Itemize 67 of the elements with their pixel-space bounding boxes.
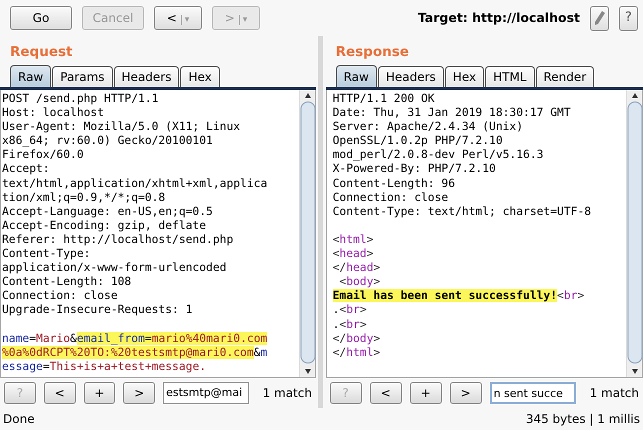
match-count: 1 match — [262, 385, 312, 402]
code-line: application/x-www-form-urlencoded — [2, 261, 226, 276]
pencil-icon — [594, 11, 605, 25]
code-line: Server: Apache/2.4.34 (Unix) — [332, 120, 524, 134]
code-line: <body> — [338, 275, 380, 290]
code-line: Accept-Language: en-US,en;q=0.5 — [2, 204, 213, 219]
code-line: X-Powered-By: PHP/7.2.10 — [332, 162, 496, 177]
search-field[interactable]: n sent succe — [490, 382, 576, 404]
search-nav-button[interactable]: + — [84, 382, 116, 404]
search-nav-button[interactable]: < — [370, 382, 402, 404]
code-line: Upgrade-Insecure-Requests: 1 — [2, 303, 192, 318]
code-line: .<br> — [332, 318, 367, 332]
tab[interactable]: Headers — [378, 66, 444, 87]
code-line: %0a%0dRCPT%20TO:%20testsmtp@mari0.com&m — [2, 346, 268, 360]
code-line: Accept: — [2, 162, 50, 177]
code-line: <html> — [332, 232, 374, 248]
code-line: Date: Thu, 31 Jan 2019 18:30:17 GMT — [332, 106, 571, 120]
search-nav-button[interactable]: + — [410, 382, 442, 404]
edit-button[interactable] — [590, 6, 609, 30]
tab[interactable]: Hex — [180, 66, 220, 87]
code-line: POST /send.php HTTP/1.1 — [2, 92, 158, 106]
code-line: User-Agent: Mozilla/5.0 (X11; Linux — [2, 120, 240, 134]
tab[interactable]: Headers — [114, 66, 180, 87]
search-nav-button[interactable]: < — [44, 382, 76, 404]
tab[interactable]: HTML — [485, 66, 534, 87]
code-line: </head> — [332, 261, 380, 276]
response-stats: 345 bytes | 1 millis — [526, 411, 640, 428]
code-line: x86_64; rv:60.0) Gecko/20100101 — [2, 134, 213, 148]
search-nav-button[interactable]: > — [123, 382, 156, 404]
status-text: Done — [3, 411, 35, 428]
code-line: Connection: close — [332, 190, 448, 205]
code-line: Host: localhost — [2, 106, 104, 120]
code-line: Referer: http://localhost/send.php — [2, 232, 234, 248]
code-line: Email has been sent successfully!<br> — [332, 289, 584, 304]
search-field[interactable]: estsmtp@mai — [163, 382, 249, 404]
code-line: OpenSSL/1.0.2p PHP/7.2.10 — [332, 134, 503, 148]
code-line: HTTP/1.1 200 OK — [332, 92, 435, 106]
code-line: Content-Length: 108 — [2, 275, 132, 290]
splitter[interactable] — [318, 36, 324, 408]
code-line: Firefox/60.0 — [2, 148, 84, 162]
help-button[interactable]: ? — [619, 6, 638, 30]
code-line: essage=This+is+a+test+message. — [2, 360, 206, 374]
match-count: 1 match — [590, 385, 639, 402]
tab[interactable]: Raw — [10, 65, 52, 87]
panel-title: Request — [9, 43, 74, 62]
code-line: Content-Type: — [2, 247, 90, 262]
tab[interactable]: Hex — [444, 66, 484, 87]
search-nav-button[interactable]: > — [450, 382, 482, 404]
code-line: mod_perl/2.0.8-dev Perl/v5.16.3 — [332, 148, 544, 162]
go-button[interactable]: Go — [10, 6, 72, 30]
code-line: tion/xml;q=0.9,*/*;q=0.8 — [2, 190, 166, 205]
code-line: Accept-Encoding: gzip, deflate — [2, 218, 206, 233]
tab[interactable]: Params — [52, 66, 113, 87]
tab[interactable]: Render — [536, 66, 594, 87]
code-line: Connection: close — [2, 289, 118, 304]
tab[interactable]: Raw — [336, 65, 377, 87]
code-line: <head> — [332, 247, 374, 262]
code-line: Content-Type: text/html; charset=UTF-8 — [332, 204, 592, 219]
code-line: </html> — [332, 346, 380, 360]
panel-title: Response — [334, 43, 410, 62]
code-line: </body> — [332, 332, 380, 346]
code-line: .<br> — [332, 303, 367, 318]
target-label: Target: http://localhost — [418, 8, 580, 27]
code-line: text/html,application/xhtml+xml,applica — [2, 176, 268, 191]
code-line: name=Mario&email_from=mario%40mari0.com — [2, 332, 268, 346]
code-line: Content-Length: 96 — [332, 176, 456, 191]
history-button[interactable]: < ▾ — [154, 6, 202, 30]
